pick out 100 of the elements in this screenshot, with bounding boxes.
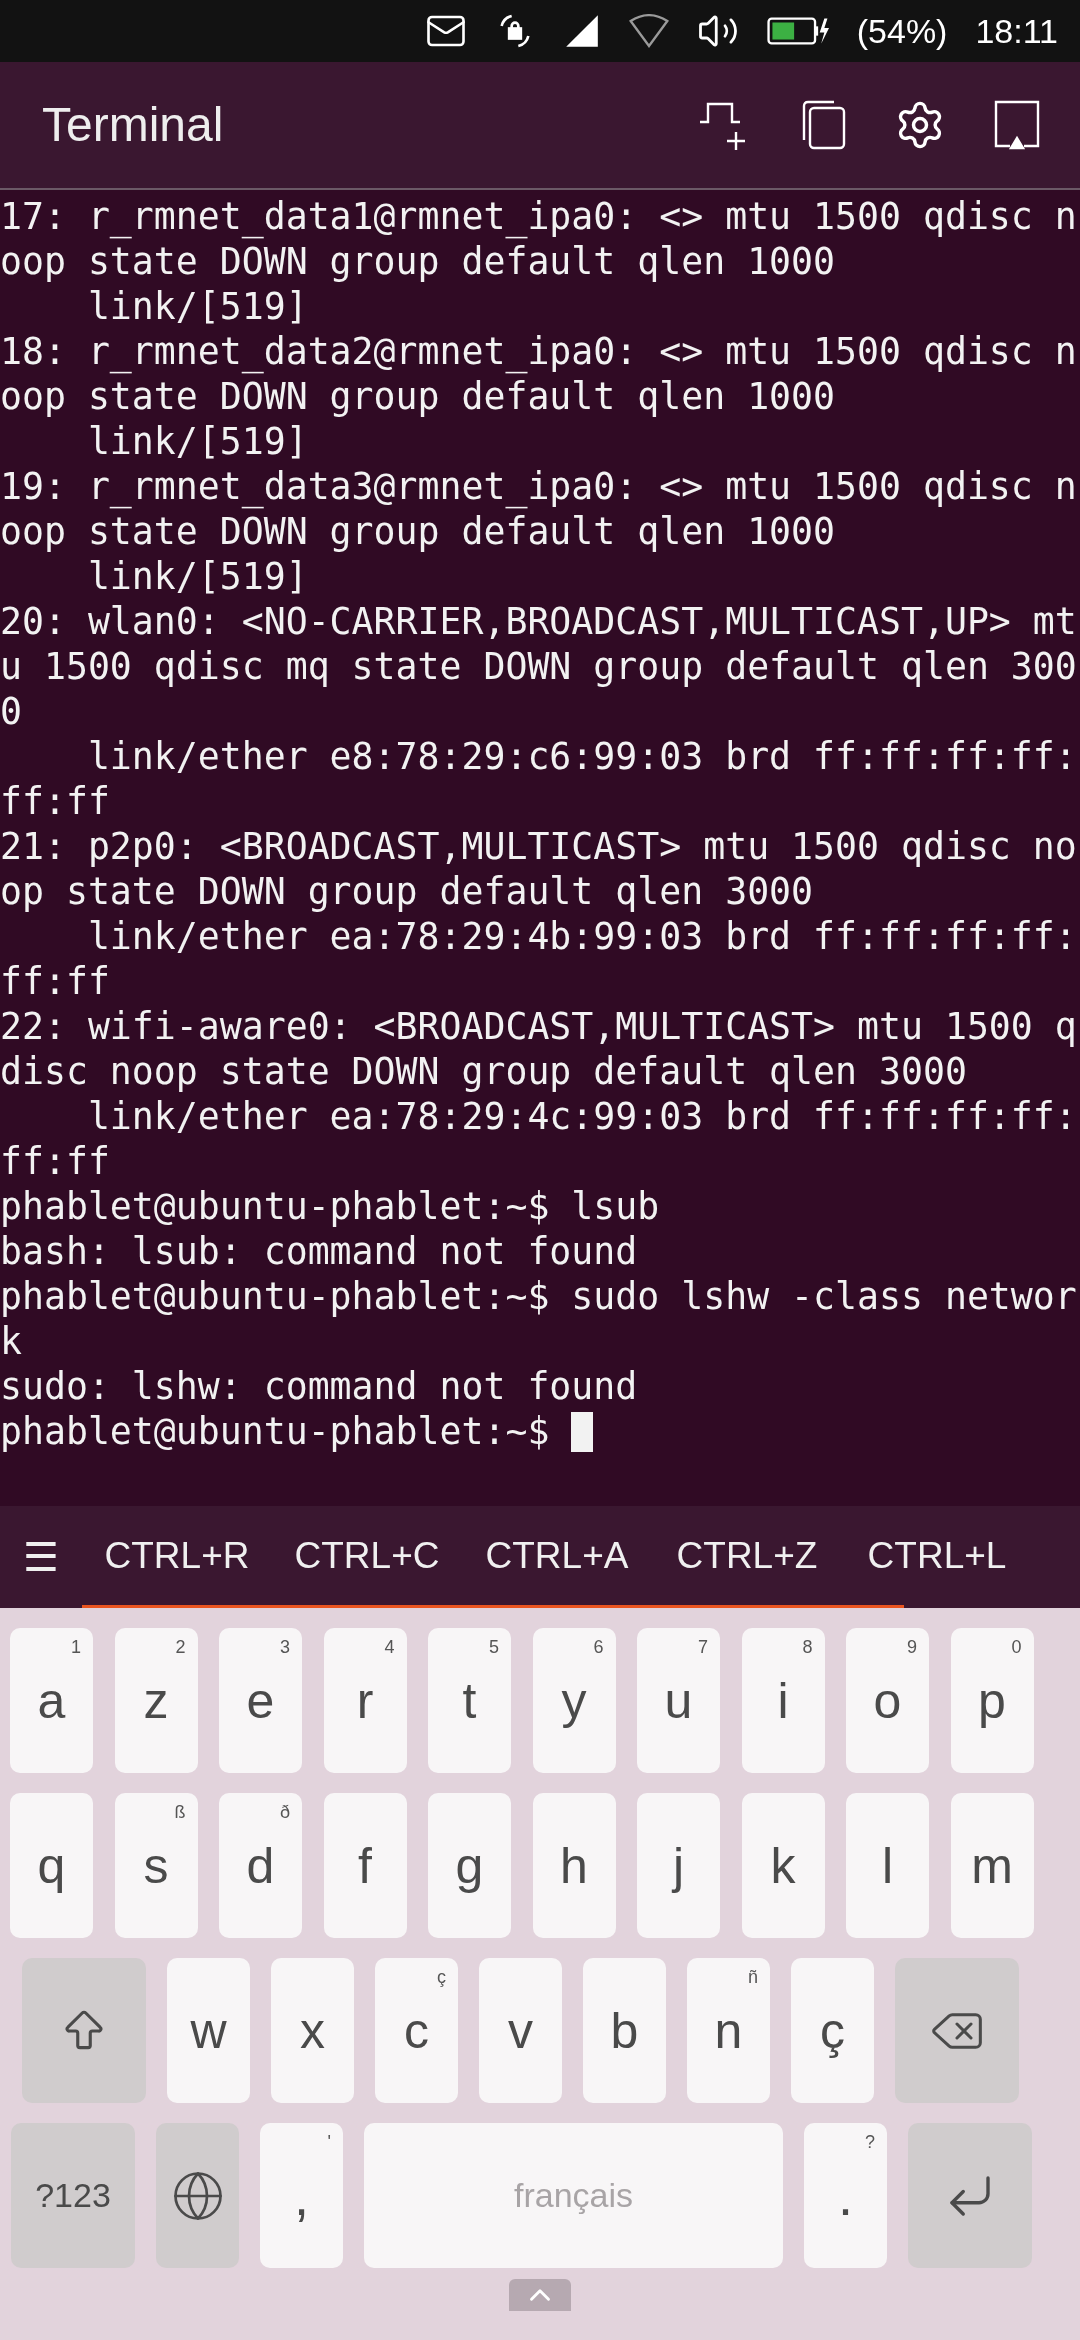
key-label: s — [143, 1840, 169, 1891]
keyboard-handle[interactable] — [509, 2279, 571, 2311]
key[interactable]: b — [583, 1958, 666, 2103]
menu-icon[interactable]: ☰ — [0, 1527, 82, 1587]
terminal-line: oop state DOWN group default qlen 1000 — [0, 374, 837, 419]
key[interactable]: g — [428, 1793, 511, 1938]
key-label: v — [508, 2005, 533, 2056]
key[interactable]: 3 e — [219, 1628, 302, 1773]
key-hint: 5 — [489, 1638, 499, 1656]
key[interactable]: ç — [791, 1958, 874, 2103]
wifi-icon — [628, 14, 669, 48]
key-label: g — [455, 1840, 484, 1891]
window-icon[interactable] — [994, 100, 1040, 150]
key[interactable]: 5 t — [428, 1628, 511, 1773]
key[interactable]: l — [846, 1793, 929, 1938]
key[interactable]: m — [950, 1793, 1034, 1938]
tabs-icon[interactable] — [800, 100, 846, 150]
terminal-line: phablet@ubuntu-phablet:~$ sudo lshw -class networ — [0, 1274, 1078, 1319]
terminal-line: link/[519] — [86, 554, 309, 599]
key[interactable]: v — [479, 1958, 562, 2103]
key-label: x — [300, 2005, 325, 2056]
key-hint: 6 — [593, 1638, 604, 1656]
terminal-line: 17: r_rmnet_data1@rmnet_ipa0: <> mtu 1500 qdisc n — [0, 194, 1078, 239]
key-label: ç — [820, 2005, 845, 2056]
key-label: , — [294, 2168, 309, 2223]
terminal-line: 18: r_rmnet_data2@rmnet_ipa0: <> mtu 1500 qdisc n — [0, 329, 1078, 374]
terminal-line: 0 — [0, 689, 23, 734]
key-hint: 9 — [907, 1638, 917, 1656]
key[interactable]: 0 p — [950, 1628, 1034, 1773]
key-label: y — [561, 1675, 587, 1726]
key[interactable]: q — [10, 1793, 93, 1938]
key-hint: ñ — [748, 1968, 758, 1986]
terminal-line: bash: lsub: command not found — [0, 1229, 639, 1274]
clock: 18:11 — [975, 10, 1058, 52]
terminal-line: op state DOWN group default qlen 3000 — [0, 869, 815, 914]
key-label: b — [610, 2005, 639, 2056]
key[interactable]: 4 r — [323, 1628, 407, 1773]
terminal-line: link/ether e8:78:29:c6:99:03 brd ff:ff:ff:ff: — [86, 734, 1078, 779]
terminal-line: phablet@ubuntu-phablet:~$ lsub — [0, 1184, 661, 1229]
key-hint: 3 — [280, 1638, 290, 1656]
language-key[interactable] — [156, 2123, 239, 2268]
shortcut-button[interactable]: CTRL+C — [272, 1527, 462, 1584]
key-hint: 4 — [384, 1638, 395, 1656]
terminal-line: disc noop state DOWN group default qlen 3000 — [0, 1049, 968, 1094]
key[interactable]: ? . — [804, 2123, 887, 2268]
key-label: l — [881, 1840, 894, 1891]
terminal-line: k — [0, 1319, 23, 1364]
key[interactable]: ð d — [219, 1793, 302, 1938]
key[interactable]: h — [532, 1793, 616, 1938]
key-label: t — [462, 1675, 477, 1726]
terminal-line: link/[519] — [86, 419, 309, 464]
key[interactable]: f — [323, 1793, 407, 1938]
terminal-line: u 1500 qdisc mq state DOWN group default qlen 300 — [0, 644, 1078, 689]
key-label: e — [246, 1675, 275, 1726]
shortcut-button[interactable]: CTRL+Z — [652, 1527, 842, 1584]
key[interactable]: ç c — [375, 1958, 458, 2103]
key-label: . — [838, 2168, 853, 2223]
shortcut-button[interactable]: CTRL+A — [462, 1527, 652, 1584]
key-label: r — [356, 1675, 374, 1726]
terminal-line: 22: wifi-aware0: <BROADCAST,MULTICAST> mtu 1500 q — [0, 1004, 1078, 1049]
terminal-line: link/ether ea:78:29:4b:99:03 brd ff:ff:ff:ff: — [86, 914, 1078, 959]
key[interactable]: ' , — [260, 2123, 343, 2268]
key[interactable]: ñ n — [687, 1958, 770, 2103]
key-hint: ? — [865, 2133, 875, 2151]
key[interactable]: 9 o — [846, 1628, 929, 1773]
symbols-key[interactable]: ?123 — [11, 2123, 135, 2268]
key-label: q — [37, 1840, 66, 1891]
key-label: c — [404, 2005, 429, 2056]
key-label: d — [246, 1840, 275, 1891]
terminal-line: oop state DOWN group default qlen 1000 — [0, 239, 837, 284]
key-label: n — [714, 2005, 743, 2056]
key-hint: 0 — [1011, 1638, 1022, 1656]
key[interactable]: 7 u — [637, 1628, 720, 1773]
key[interactable]: x — [271, 1958, 354, 2103]
backspace-key[interactable] — [895, 1958, 1019, 2103]
key-label: o — [873, 1675, 902, 1726]
key-hint: 1 — [71, 1638, 81, 1656]
shortcut-button[interactable]: CTRL+R — [82, 1527, 272, 1584]
key-label: h — [560, 1840, 588, 1891]
key-hint: ß — [174, 1803, 186, 1821]
key[interactable]: 6 y — [532, 1628, 616, 1773]
terminal-prompt: phablet@ubuntu-phablet:~$ — [0, 1409, 551, 1454]
terminal-line: link/[519] — [86, 284, 309, 329]
key[interactable]: 2 z — [114, 1628, 198, 1773]
battery-icon — [766, 15, 829, 47]
key[interactable]: ß s — [114, 1793, 198, 1938]
key-label: a — [37, 1675, 66, 1726]
key[interactable]: k — [741, 1793, 825, 1938]
key[interactable]: 1 a — [10, 1628, 93, 1773]
terminal-line: ff:ff — [0, 959, 111, 1004]
key-hint: ' — [327, 2133, 331, 2151]
key-label: k — [770, 1840, 796, 1891]
key-label: m — [971, 1840, 1013, 1891]
key[interactable]: w — [167, 1958, 250, 2103]
key-label: f — [358, 1840, 372, 1891]
key[interactable]: j — [637, 1793, 720, 1938]
key-label: j — [672, 1840, 685, 1891]
key[interactable]: 8 i — [741, 1628, 825, 1773]
terminal-line: ff:ff — [0, 1139, 111, 1184]
shortcut-button[interactable]: CTRL+L — [842, 1527, 1032, 1584]
